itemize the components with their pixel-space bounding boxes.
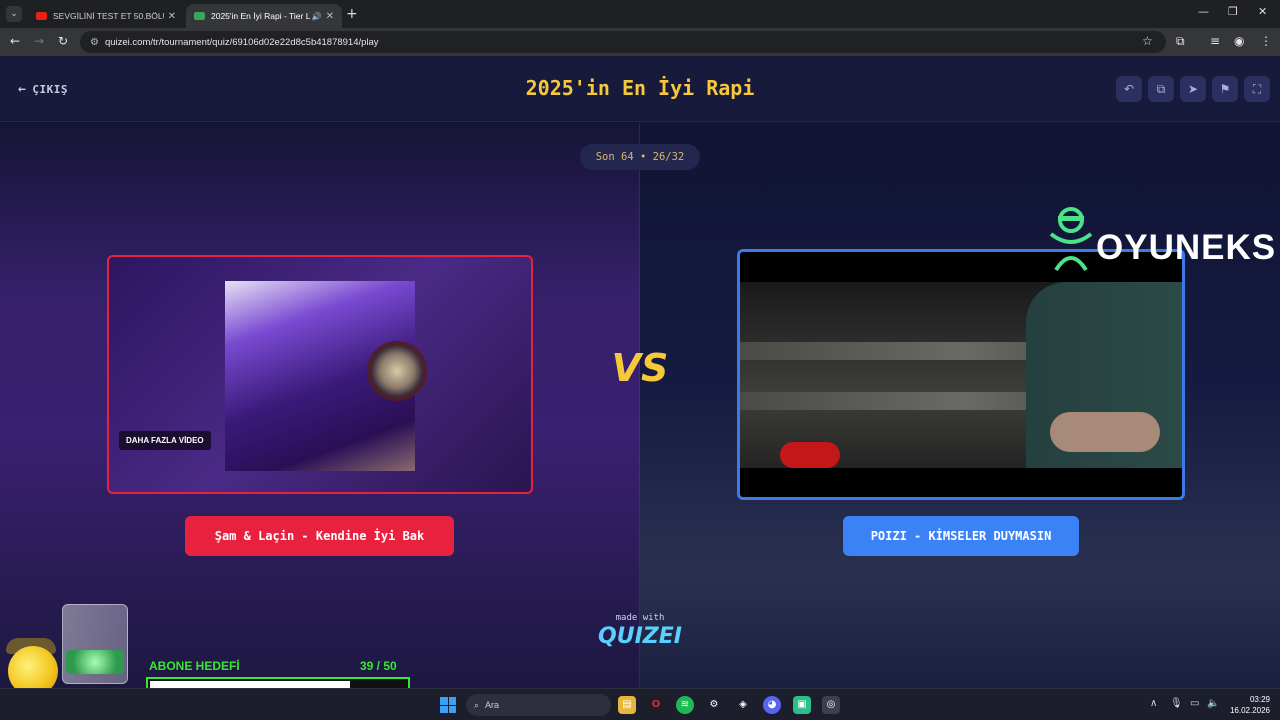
tray-chevron-icon[interactable]: ∧ <box>1150 698 1157 709</box>
tab-title: 2025'in En İyi Rapi - Tier Lis <box>211 11 310 21</box>
reload-icon[interactable]: ↻ <box>58 34 68 48</box>
address-bar[interactable]: ⚙ quizei.com/tr/tournament/quiz/69106d02… <box>80 31 1166 53</box>
jar-contents-graphic <box>66 650 124 674</box>
network-icon[interactable]: ▭ <box>1190 698 1199 709</box>
tab-search-dropdown[interactable]: ⌄ <box>6 6 22 22</box>
made-with-label: made with <box>615 613 665 623</box>
tab-title: SEVGİLİNİ TEST ET 50.BÖLÜM - <box>53 11 164 21</box>
settings-icon[interactable]: ⚙ <box>705 696 723 714</box>
left-contender-choice-button[interactable]: Şam & Laçin - Kendine İyi Bak <box>185 516 454 556</box>
video-frame <box>740 282 1182 468</box>
file-explorer-icon[interactable]: ▤ <box>618 696 636 714</box>
quizei-favicon-icon <box>194 12 205 20</box>
roses-graphic <box>780 442 840 468</box>
browser-tab-active[interactable]: 2025'in En İyi Rapi - Tier Lis 🔊 ✕ <box>186 4 342 28</box>
browser-toolbar: ← → ↻ ⚙ quizei.com/tr/tournament/quiz/69… <box>0 28 1280 56</box>
round-indicator: Son 64 • 26/32 <box>580 144 700 170</box>
windows-start-icon[interactable] <box>440 697 456 713</box>
app-icon[interactable]: ▣ <box>793 696 811 714</box>
quiz-page: ← ÇIKIŞ 2025'in En İyi Rapi ↶ ⧉ ➤ ⚑ ⛶ Son… <box>0 56 1280 688</box>
taskbar-search-placeholder: Ara <box>485 700 500 710</box>
volume-icon[interactable]: 🔈 <box>1207 698 1219 709</box>
reading-list-icon[interactable]: ≡ <box>1210 34 1220 48</box>
speaker-icon[interactable]: 🔊 <box>312 12 322 21</box>
share-icon[interactable]: ⧉ <box>1148 76 1174 102</box>
opera-icon[interactable]: O <box>647 696 665 714</box>
fullscreen-icon[interactable]: ⛶ <box>1244 76 1270 102</box>
album-cover-image <box>225 281 427 471</box>
right-contender-video[interactable] <box>737 249 1185 500</box>
back-icon[interactable]: ← <box>10 34 20 48</box>
clock-time: 03:29 <box>1249 695 1270 704</box>
discord-icon[interactable]: ◕ <box>763 696 781 714</box>
page-title: 2025'in En İyi Rapi <box>525 76 755 100</box>
car-wheel-graphic <box>367 341 427 401</box>
system-clock[interactable]: 03:29 16.02.2026 <box>1226 694 1270 716</box>
oyuneks-watermark-text: OYUNEKS <box>1096 228 1277 267</box>
more-videos-button[interactable]: DAHA FAZLA VİDEO <box>119 431 211 450</box>
microphone-icon[interactable]: 🎙 <box>1170 698 1183 709</box>
bookmark-star-icon[interactable]: ☆ <box>1142 34 1153 48</box>
left-contender-video[interactable]: DAHA FAZLA VİDEO <box>107 255 533 494</box>
forward-icon[interactable]: → <box>34 34 44 48</box>
restore-icon[interactable]: ❐ <box>1228 5 1238 18</box>
youtube-favicon-icon <box>36 12 47 20</box>
oyuneks-logo-icon <box>1049 207 1093 272</box>
send-icon[interactable]: ➤ <box>1180 76 1206 102</box>
right-contender-choice-button[interactable]: POIZI - KİMSELER DUYMASIN <box>843 516 1079 556</box>
steam-icon[interactable]: ◈ <box>734 696 752 714</box>
flag-icon[interactable]: ⚑ <box>1212 76 1238 102</box>
profile-icon[interactable]: ◉ <box>1234 34 1244 48</box>
center-divider <box>639 123 640 688</box>
close-tab-icon[interactable]: ✕ <box>326 11 334 22</box>
new-tab-button[interactable]: + <box>346 6 358 22</box>
versus-icon: VS <box>611 346 669 390</box>
minimize-icon[interactable]: — <box>1198 5 1209 18</box>
url-text: quizei.com/tr/tournament/quiz/69106d02e2… <box>104 36 379 48</box>
extensions-icon[interactable]: ⧉ <box>1176 34 1185 49</box>
menu-icon[interactable]: ⋮ <box>1260 34 1272 48</box>
clock-date: 16.02.2026 <box>1229 706 1270 715</box>
quizei-logo[interactable]: QUIZEI <box>590 624 690 649</box>
browser-tab[interactable]: SEVGİLİNİ TEST ET 50.BÖLÜM - ✕ <box>28 4 184 28</box>
search-icon: ⌕ <box>474 700 480 710</box>
subscriber-goal-count: 39 / 50 <box>360 659 397 673</box>
quiz-header: ← ÇIKIŞ 2025'in En İyi Rapi ↶ ⧉ ➤ ⚑ ⛶ <box>0 56 1280 122</box>
site-info-icon[interactable]: ⚙ <box>90 37 99 48</box>
chrome-icon[interactable]: ◎ <box>822 696 840 714</box>
windows-taskbar: ⌕ Ara ▤ O ≋ ⚙ ◈ ◕ ▣ ◎ ∧ 🎙 ▭ 🔈 03:29 16.02… <box>0 688 1280 720</box>
spotify-icon[interactable]: ≋ <box>676 696 694 714</box>
taskbar-search[interactable]: ⌕ Ara <box>466 694 611 716</box>
browser-tab-bar: ⌄ SEVGİLİNİ TEST ET 50.BÖLÜM - ✕ 2025'in… <box>0 0 1280 28</box>
undo-icon[interactable]: ↶ <box>1116 76 1142 102</box>
hand-graphic <box>1050 412 1160 452</box>
close-tab-icon[interactable]: ✕ <box>168 11 176 22</box>
subscriber-goal-label: ABONE HEDEFİ <box>149 659 240 673</box>
close-window-icon[interactable]: ✕ <box>1258 5 1267 18</box>
